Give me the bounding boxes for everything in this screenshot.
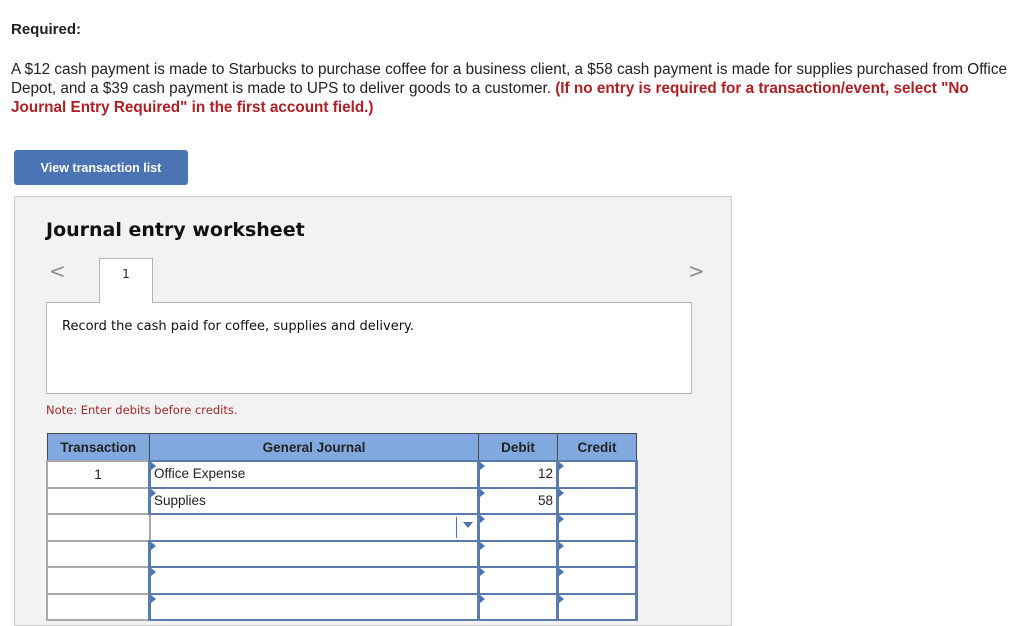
table-row bbox=[46, 592, 638, 621]
tab-transaction-1[interactable]: 1 bbox=[99, 258, 153, 303]
dropdown-separator bbox=[456, 517, 457, 538]
input-marker-icon bbox=[480, 568, 485, 576]
transaction-cell bbox=[46, 513, 151, 542]
input-marker-icon bbox=[151, 568, 156, 576]
transaction-cell bbox=[46, 486, 151, 515]
debit-value: 12 bbox=[537, 466, 553, 482]
table-row bbox=[46, 513, 638, 542]
account-value: Supplies bbox=[154, 492, 206, 508]
description-box: Record the cash paid for coffee, supplie… bbox=[46, 302, 692, 394]
credit-field[interactable] bbox=[556, 486, 638, 515]
account-dropdown[interactable] bbox=[148, 513, 480, 542]
table-row: 1 Office Expense 12 bbox=[46, 460, 638, 489]
debit-credit-note: Note: Enter debits before credits. bbox=[46, 403, 238, 417]
debit-field[interactable] bbox=[477, 539, 559, 568]
debit-field[interactable] bbox=[477, 592, 559, 621]
table-row bbox=[46, 566, 638, 595]
input-marker-icon bbox=[559, 488, 564, 497]
chevron-down-icon[interactable] bbox=[463, 522, 473, 528]
credit-field[interactable] bbox=[556, 566, 638, 595]
input-marker-icon bbox=[559, 594, 564, 603]
table-row bbox=[46, 539, 638, 568]
debit-field[interactable] bbox=[477, 513, 559, 542]
debit-value: 58 bbox=[537, 492, 553, 508]
input-marker-icon bbox=[559, 568, 564, 576]
account-field[interactable]: Office Expense bbox=[148, 460, 480, 489]
chevron-right-icon[interactable]: > bbox=[688, 261, 705, 281]
input-marker-icon bbox=[559, 541, 564, 550]
required-label: Required: bbox=[11, 21, 82, 38]
header-transaction: Transaction bbox=[46, 433, 150, 462]
problem-statement: A $12 cash payment is made to Starbucks … bbox=[11, 60, 1016, 117]
header-general-journal: General Journal bbox=[149, 433, 479, 462]
input-marker-icon bbox=[559, 515, 564, 523]
input-marker-icon bbox=[480, 594, 485, 603]
account-field[interactable]: Supplies bbox=[148, 486, 480, 515]
input-marker-icon bbox=[559, 462, 564, 470]
journal-entry-worksheet: Journal entry worksheet < > 1 Record the… bbox=[14, 196, 732, 626]
input-marker-icon bbox=[151, 594, 156, 603]
transaction-cell bbox=[46, 566, 151, 595]
debit-field[interactable] bbox=[477, 566, 559, 595]
transaction-cell bbox=[46, 592, 151, 621]
header-debit: Debit bbox=[478, 433, 558, 462]
input-marker-icon bbox=[480, 462, 485, 470]
transaction-cell: 1 bbox=[46, 460, 151, 489]
input-marker-icon bbox=[480, 541, 485, 550]
description-text: Record the cash paid for coffee, supplie… bbox=[62, 319, 415, 334]
credit-field[interactable] bbox=[556, 592, 638, 621]
input-marker-icon bbox=[151, 488, 156, 497]
journal-table: Transaction General Journal Debit Credit… bbox=[46, 433, 638, 621]
credit-field[interactable] bbox=[556, 460, 638, 489]
debit-field[interactable]: 12 bbox=[477, 460, 559, 489]
input-marker-icon bbox=[151, 462, 156, 470]
view-transaction-list-button[interactable]: View transaction list bbox=[14, 150, 188, 185]
debit-field[interactable]: 58 bbox=[477, 486, 559, 515]
worksheet-title: Journal entry worksheet bbox=[46, 219, 305, 241]
header-credit: Credit bbox=[557, 433, 637, 462]
account-field[interactable] bbox=[148, 592, 480, 621]
table-row: Supplies 58 bbox=[46, 486, 638, 515]
chevron-left-icon[interactable]: < bbox=[49, 261, 66, 281]
account-value: Office Expense bbox=[154, 466, 246, 482]
input-marker-icon bbox=[480, 488, 485, 497]
account-field[interactable] bbox=[148, 566, 480, 595]
input-marker-icon bbox=[151, 541, 156, 550]
credit-field[interactable] bbox=[556, 513, 638, 542]
transaction-cell bbox=[46, 539, 151, 568]
account-field[interactable] bbox=[148, 539, 480, 568]
table-header-row: Transaction General Journal Debit Credit bbox=[46, 433, 637, 462]
credit-field[interactable] bbox=[556, 539, 638, 568]
input-marker-icon bbox=[480, 515, 485, 523]
